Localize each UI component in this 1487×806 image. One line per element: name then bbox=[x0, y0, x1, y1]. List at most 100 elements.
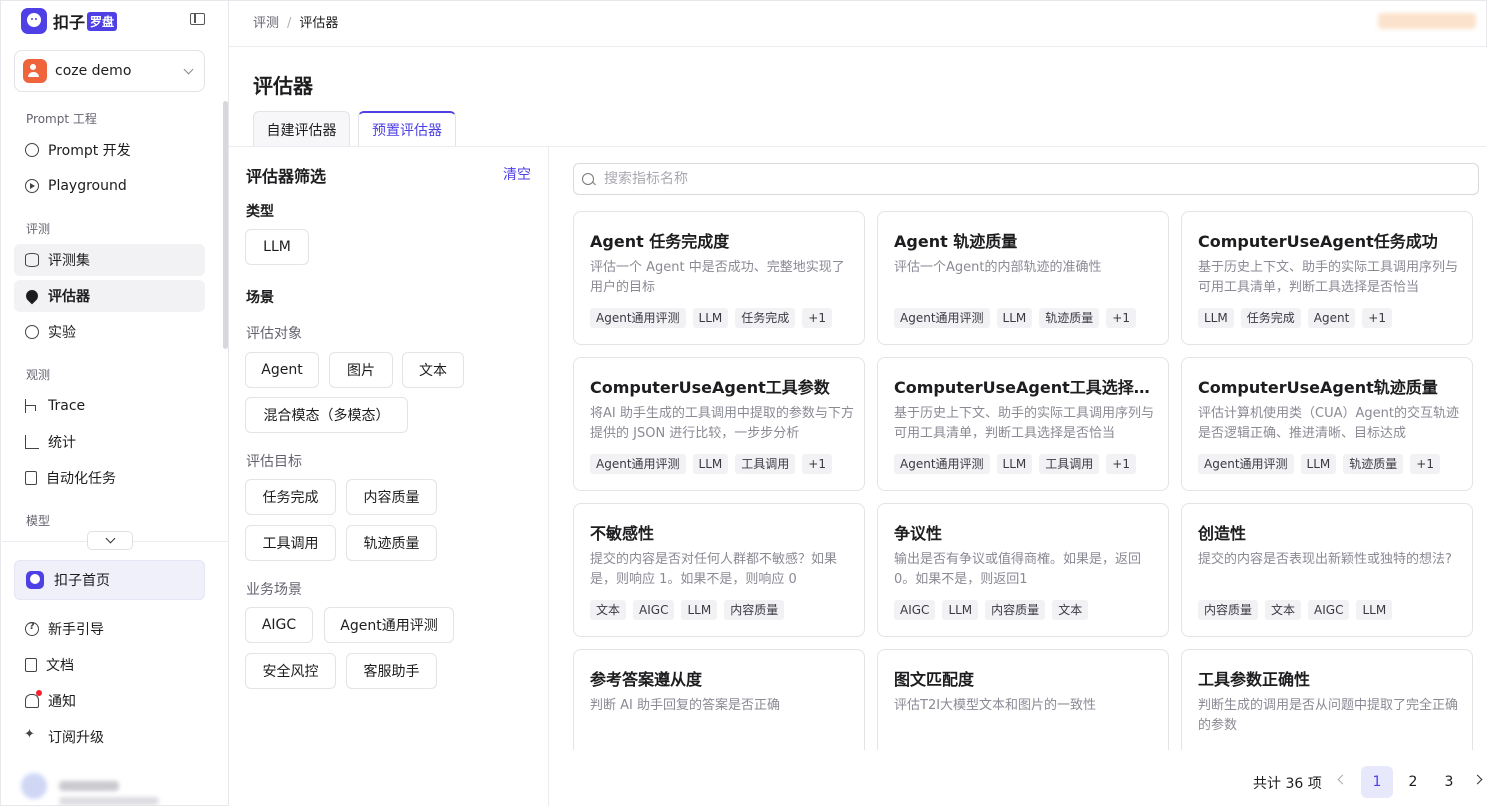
card-tag: LLM bbox=[942, 600, 979, 620]
card-title: Agent 任务完成度 bbox=[590, 232, 730, 251]
evaluator-card[interactable]: 参考答案遵从度判断 AI 助手回复的答案是否正确 bbox=[573, 649, 865, 750]
chip-biz[interactable]: Agent通用评测 bbox=[324, 607, 454, 643]
logo[interactable]: 扣子 罗盘 bbox=[21, 7, 118, 35]
chip-biz[interactable]: AIGC bbox=[245, 607, 313, 643]
card-title: 参考答案遵从度 bbox=[590, 670, 703, 689]
card-tag: AIGC bbox=[1308, 600, 1350, 620]
card-description: 提交的内容是否对任何人群都不敏感？如果是，则响应 1。如果不是，则响应 0 bbox=[590, 552, 838, 587]
avatar bbox=[21, 773, 47, 799]
evaluator-card-grid: Agent 任务完成度评估一个 Agent 中是否成功、完整地实现了用户的目标 A… bbox=[560, 205, 1486, 750]
workspace-avatar-icon bbox=[23, 59, 47, 83]
chip-goal[interactable]: 轨迹质量 bbox=[346, 525, 437, 561]
page-3[interactable]: 3 bbox=[1433, 766, 1465, 798]
sidebar-item-eval-set[interactable]: 评测集 bbox=[14, 244, 205, 276]
next-page-icon[interactable] bbox=[1472, 774, 1483, 785]
coze-home-link[interactable]: 扣子首页 bbox=[14, 560, 205, 600]
sidebar-item-guide[interactable]: 新手引导 bbox=[14, 613, 205, 645]
evaluator-card[interactable]: 工具参数正确性判断生成的调用是否从问题中提取了完全正确的参数 bbox=[1181, 649, 1473, 750]
evaluator-card[interactable]: ComputerUseAgent工具选择准确性 基于历史上下文、助手的实际工具调用… bbox=[877, 357, 1169, 491]
tab-preset-evaluator[interactable]: 预置评估器 bbox=[358, 111, 456, 147]
prev-page-icon[interactable] bbox=[1337, 774, 1348, 785]
evaluator-card[interactable]: ComputerUseAgent工具参数 将AI 助手生成的工具调用中提取的参数与… bbox=[573, 357, 865, 491]
sidebar-item-automation[interactable]: 自动化任务 bbox=[14, 462, 205, 494]
card-tag: 任务完成 bbox=[1240, 308, 1301, 328]
card-tag: Agent通用评测 bbox=[590, 308, 686, 328]
sidebar-item-playground[interactable]: Playground bbox=[14, 170, 205, 202]
evaluator-card[interactable]: 创造性 提交的内容是否表现出新颖性或独特的想法? 内容质量 文本 AIGC LLM bbox=[1181, 503, 1473, 637]
sidebar-item-label: 文档 bbox=[46, 658, 74, 674]
page-2[interactable]: 2 bbox=[1397, 766, 1429, 798]
header: 评测 / 评估器 bbox=[229, 0, 1487, 47]
card-description: 判断生成的调用是否从问题中提取了完全正确的参数 bbox=[1198, 698, 1459, 733]
breadcrumb-root[interactable]: 评测 bbox=[253, 16, 279, 31]
chip-type-llm[interactable]: LLM bbox=[245, 229, 309, 265]
evaluator-card[interactable]: 争议性 输出是否有争议或值得商榷。如果是，返回0。如果不是，则返回1 AIGC LLM… bbox=[877, 503, 1169, 637]
chip-biz[interactable]: 客服助手 bbox=[346, 653, 437, 689]
sidebar-item-experiment[interactable]: 实验 bbox=[14, 316, 205, 348]
card-title: 工具参数正确性 bbox=[1198, 670, 1311, 689]
evaluator-card[interactable]: 图文匹配度 评估T2I大模型文本和图片的一致性 bbox=[877, 649, 1169, 750]
card-tag: 工具调用 bbox=[1039, 454, 1100, 474]
sidebar-item-stats[interactable]: 统计 bbox=[14, 426, 205, 458]
page-1[interactable]: 1 bbox=[1361, 766, 1393, 798]
chip-biz[interactable]: 安全风控 bbox=[245, 653, 336, 689]
coze-home-icon bbox=[26, 571, 44, 589]
evaluator-card[interactable]: Agent 轨迹质量 评估一个Agent的内部轨迹的准确性 Agent通用评测 LLM… bbox=[877, 211, 1169, 345]
task-icon bbox=[25, 471, 37, 485]
coze-home-label: 扣子首页 bbox=[54, 573, 110, 589]
sidebar-item-prompt-dev[interactable]: Prompt 开发 bbox=[14, 134, 205, 166]
filter-title: 评估器筛选 bbox=[246, 167, 327, 186]
card-description: 评估一个 Agent 中是否成功、完整地实现了用户的目标 bbox=[590, 260, 845, 295]
sidebar-item-trace[interactable]: Trace bbox=[14, 390, 205, 422]
search-input[interactable] bbox=[604, 171, 1464, 187]
evaluator-card[interactable]: ComputerUseAgent轨迹质量 评估计算机使用类（CUA）Agent的交… bbox=[1181, 357, 1473, 491]
database-icon bbox=[25, 253, 39, 267]
chip-goal[interactable]: 任务完成 bbox=[245, 479, 336, 515]
sidebar-item-upgrade[interactable]: 订阅升级 bbox=[14, 721, 205, 753]
card-tags: Agent通用评测 LLM 工具调用 +1 bbox=[590, 454, 832, 474]
card-description: 输出是否有争议或值得商榷。如果是，返回0。如果不是，则返回1 bbox=[894, 552, 1142, 587]
workspace-switcher[interactable]: coze demo bbox=[14, 50, 205, 92]
clear-filter-button[interactable]: 清空 bbox=[503, 164, 531, 184]
card-tag: 轨迹质量 bbox=[1039, 308, 1100, 328]
tab-custom-evaluator[interactable]: 自建评估器 bbox=[253, 111, 350, 147]
card-tag: LLM bbox=[1300, 454, 1337, 474]
card-tag: Agent通用评测 bbox=[894, 454, 990, 474]
sidebar-item-label: Trace bbox=[48, 398, 86, 414]
prompt-icon bbox=[25, 143, 39, 157]
chip-goal[interactable]: 工具调用 bbox=[245, 525, 336, 561]
expand-nav-button[interactable] bbox=[87, 531, 133, 550]
sidebar-scrollbar[interactable] bbox=[223, 101, 228, 349]
card-tag: LLM bbox=[681, 600, 718, 620]
card-description: 判断 AI 助手回复的答案是否正确 bbox=[590, 698, 780, 713]
card-tag: +1 bbox=[802, 454, 832, 474]
card-tag: 内容质量 bbox=[985, 600, 1046, 620]
card-title: ComputerUseAgent轨迹质量 bbox=[1198, 378, 1438, 397]
chip-target[interactable]: 文本 bbox=[402, 352, 464, 388]
sidebar-item-label: 评估器 bbox=[48, 289, 90, 305]
sidebar-collapse-icon[interactable] bbox=[190, 13, 205, 25]
evaluator-card[interactable]: Agent 任务完成度评估一个 Agent 中是否成功、完整地实现了用户的目标 A… bbox=[573, 211, 865, 345]
sidebar-item-evaluator[interactable]: 评估器 bbox=[14, 280, 205, 312]
chip-goal[interactable]: 内容质量 bbox=[346, 479, 437, 515]
sidebar-item-notify[interactable]: 通知 bbox=[14, 685, 205, 717]
card-tags: 内容质量 文本 AIGC LLM bbox=[1198, 600, 1393, 620]
card-description: 提交的内容是否表现出新颖性或独特的想法? bbox=[1198, 552, 1452, 567]
card-tag: +1 bbox=[1410, 454, 1440, 474]
card-tag: LLM bbox=[996, 308, 1033, 328]
chip-target[interactable]: Agent bbox=[245, 352, 319, 388]
search-icon bbox=[582, 173, 594, 185]
sidebar-item-docs[interactable]: 文档 bbox=[14, 649, 205, 681]
chip-target[interactable]: 混合模态（多模态） bbox=[245, 397, 408, 433]
document-icon bbox=[25, 658, 37, 672]
card-tag: 轨迹质量 bbox=[1343, 454, 1404, 474]
evaluator-card[interactable]: 不敏感性 提交的内容是否对任何人群都不敏感？如果是，则响应 1。如果不是，则响应 … bbox=[573, 503, 865, 637]
chip-target[interactable]: 图片 bbox=[329, 352, 393, 388]
search-box[interactable] bbox=[573, 163, 1479, 195]
card-tag: LLM bbox=[692, 454, 729, 474]
card-tags: Agent通用评测 LLM 轨迹质量 +1 bbox=[894, 308, 1136, 328]
card-description: 基于历史上下文、助手的实际工具调用序列与可用工具清单，判断工具选择是否恰当 bbox=[1198, 260, 1459, 295]
card-tag: Agent bbox=[1307, 308, 1356, 328]
user-profile[interactable] bbox=[21, 773, 159, 805]
evaluator-card[interactable]: ComputerUseAgent任务成功 基于历史上下文、助手的实际工具调用序列与… bbox=[1181, 211, 1473, 345]
